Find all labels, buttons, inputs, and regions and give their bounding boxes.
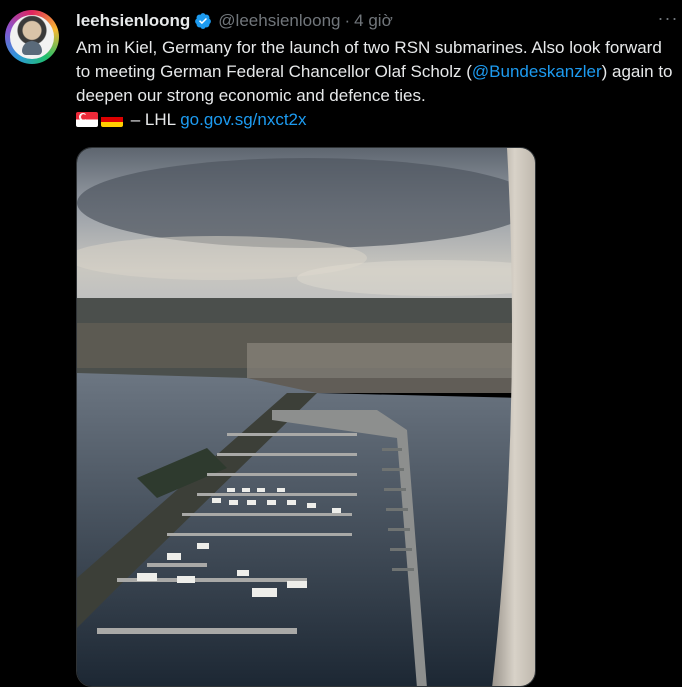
more-options-icon[interactable]: ···	[656, 8, 680, 32]
verified-badge-icon	[195, 13, 212, 29]
short-link[interactable]: go.gov.sg/nxct2x	[180, 110, 306, 129]
tweet-text: Am in Kiel, Germany for the launch of tw…	[76, 36, 676, 132]
signature: – LHL	[130, 110, 176, 129]
separator: ·	[344, 11, 351, 30]
avatar-photo	[10, 15, 54, 59]
display-name[interactable]: leehsienloong	[76, 11, 190, 31]
singapore-flag-icon	[76, 112, 98, 127]
timestamp[interactable]: 4 giờ	[354, 11, 393, 31]
aerial-marina-photo	[77, 148, 535, 686]
tweet-photo[interactable]	[76, 147, 536, 687]
handle[interactable]: @leehsienloong	[218, 11, 340, 31]
germany-flag-icon	[101, 112, 123, 127]
tweet-header: leehsienloong @leehsienloong · 4 giờ	[76, 10, 393, 32]
tweet[interactable]: leehsienloong @leehsienloong · 4 giờ ···…	[0, 0, 682, 687]
avatar[interactable]	[5, 10, 59, 64]
mention-link[interactable]: @Bundeskanzler	[472, 62, 602, 81]
